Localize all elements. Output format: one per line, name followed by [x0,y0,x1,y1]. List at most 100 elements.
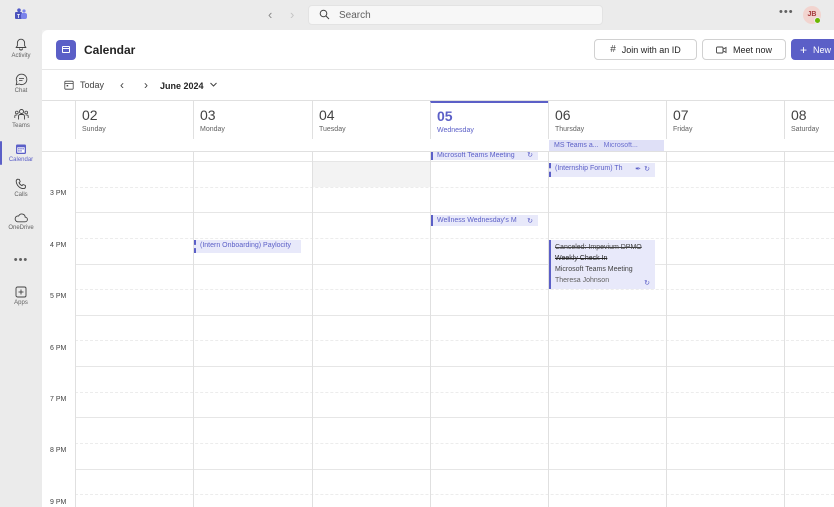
next-week-icon[interactable]: › [144,78,148,92]
day-number: 02 [82,107,98,123]
hour-label: 6 PM [50,345,67,352]
day-header-thursday[interactable]: 06 Thursday [548,101,666,139]
hour-label: 5 PM [50,293,67,300]
day-number: 07 [673,107,689,123]
half-hour-line [75,187,834,188]
recurring-icon: ↻ [644,280,650,287]
apps-icon [15,286,27,298]
rail-item-chat[interactable]: Chat [0,67,42,99]
hour-line [75,469,834,470]
time-grid[interactable]: 3 PM 4 PM 5 PM 6 PM 7 PM 8 PM 9 PM Micro… [42,152,834,507]
day-name: Tuesday [319,126,346,133]
hour-label: 7 PM [50,396,67,403]
day-header-wednesday[interactable]: 05 Wednesday [430,101,548,139]
rail-item-apps[interactable]: Apps [0,280,42,312]
hour-label: 9 PM [50,499,67,506]
busy-block [313,161,430,187]
chevron-down-icon[interactable] [209,80,218,89]
hour-line [75,161,834,162]
day-column-line [784,152,785,507]
all-day-event-title: MS Teams a... [554,142,599,149]
half-hour-line [75,443,834,444]
day-number: 05 [437,108,453,124]
day-column-line [666,152,667,507]
hash-icon: # [610,44,616,55]
rail-label: Chat [14,88,28,94]
calendar-panel: Calendar # Join with an ID Meet now + Ne… [42,30,834,507]
teams-logo-icon: T [15,8,27,20]
join-with-id-label: Join with an ID [621,44,681,55]
hour-label: 8 PM [50,447,67,454]
title-bar: T ‹ › ••• JB [0,0,834,30]
new-meeting-button[interactable]: + New [791,39,834,60]
day-header-friday[interactable]: 07 Friday [666,101,784,139]
hour-line [75,212,834,213]
settings-more-icon[interactable]: ••• [779,6,794,18]
more-apps-icon[interactable]: ••• [0,254,42,266]
video-camera-icon [716,46,727,53]
day-header-monday[interactable]: 03 Monday [193,101,311,139]
event-intern-onboarding[interactable]: (Intern Onboarding) Paylocity [194,240,301,253]
day-number: 08 [791,107,807,123]
event-title-line2: Weekly Check In [555,255,608,262]
day-name: Friday [673,126,693,133]
calendar-toolbar: Today ‹ › June 2024 [42,71,834,101]
day-name: Sunday [82,126,106,133]
day-number: 04 [319,107,335,123]
rail-item-activity[interactable]: Activity [0,32,42,64]
event-title: (Internship Forum) Th [555,165,623,172]
event-wellness-wednesday[interactable]: Wellness Wednesday's M ↻ [431,215,538,226]
cloud-icon [14,213,28,223]
back-arrow-icon[interactable]: ‹ [268,7,272,22]
search-input[interactable] [339,8,589,23]
new-label: New [813,44,832,55]
rail-item-calendar[interactable]: Calendar [0,137,42,169]
rail-label: OneDrive [8,225,34,231]
rail-label: Teams [12,123,30,129]
rail-item-onedrive[interactable]: OneDrive [0,207,42,239]
calendar-icon [16,144,26,154]
previous-week-icon[interactable]: ‹ [120,78,124,92]
rail-label: Calls [14,192,28,198]
day-column-line [75,152,76,507]
meet-now-button[interactable]: Meet now [702,39,786,60]
hour-label: 4 PM [50,242,67,249]
event-location: Microsoft Teams Meeting [555,266,633,273]
half-hour-line [75,238,834,239]
all-day-row [42,139,834,152]
event-teams-meeting[interactable]: Microsoft Teams Meeting ↻ [431,152,538,160]
phone-icon [15,178,26,190]
join-with-id-button[interactable]: # Join with an ID [594,39,697,60]
hour-line [75,315,834,316]
event-cancelled-check-in[interactable]: Canceled: Impevium DPMO Weekly Check In … [549,240,655,289]
rail-label: Activity [11,53,31,59]
event-title: Wellness Wednesday's M [437,217,517,224]
calendar-header: Calendar # Join with an ID Meet now + Ne… [42,30,834,70]
day-header-saturday[interactable]: 08 Saturday [784,101,834,139]
day-header-tuesday[interactable]: 04 Tuesday [312,101,430,139]
rail-item-teams[interactable]: Teams [0,102,42,134]
rail-item-calls[interactable]: Calls [0,172,42,204]
event-title-line1: Canceled: Impevium DPMO [555,244,642,251]
day-header-sunday[interactable]: 02 Sunday [75,101,193,139]
day-number: 06 [555,107,571,123]
month-picker[interactable]: June 2024 [160,81,204,91]
event-internship-forum[interactable]: (Internship Forum) Th ✒ ↻ [549,163,655,177]
recurring-icon: ↻ [527,218,533,225]
all-day-event[interactable]: MS Teams a... Microsoft... [549,140,664,151]
recurring-icon: ↻ [644,166,650,173]
day-name: Monday [200,126,225,133]
hour-line [75,366,834,367]
search-icon [319,9,330,20]
app-rail: Activity Chat Teams Calendar Calls OneDr… [0,30,42,507]
hour-line [75,264,834,265]
today-button[interactable]: Today [64,80,104,90]
day-name: Thursday [555,126,585,133]
day-column-line [430,152,431,507]
day-column-line [312,152,313,507]
search-box[interactable] [308,5,603,25]
page-title: Calendar [84,43,136,57]
today-label: Today [80,80,105,90]
forward-arrow-icon[interactable]: › [290,7,294,22]
event-title: (Intern Onboarding) Paylocity [200,242,292,249]
